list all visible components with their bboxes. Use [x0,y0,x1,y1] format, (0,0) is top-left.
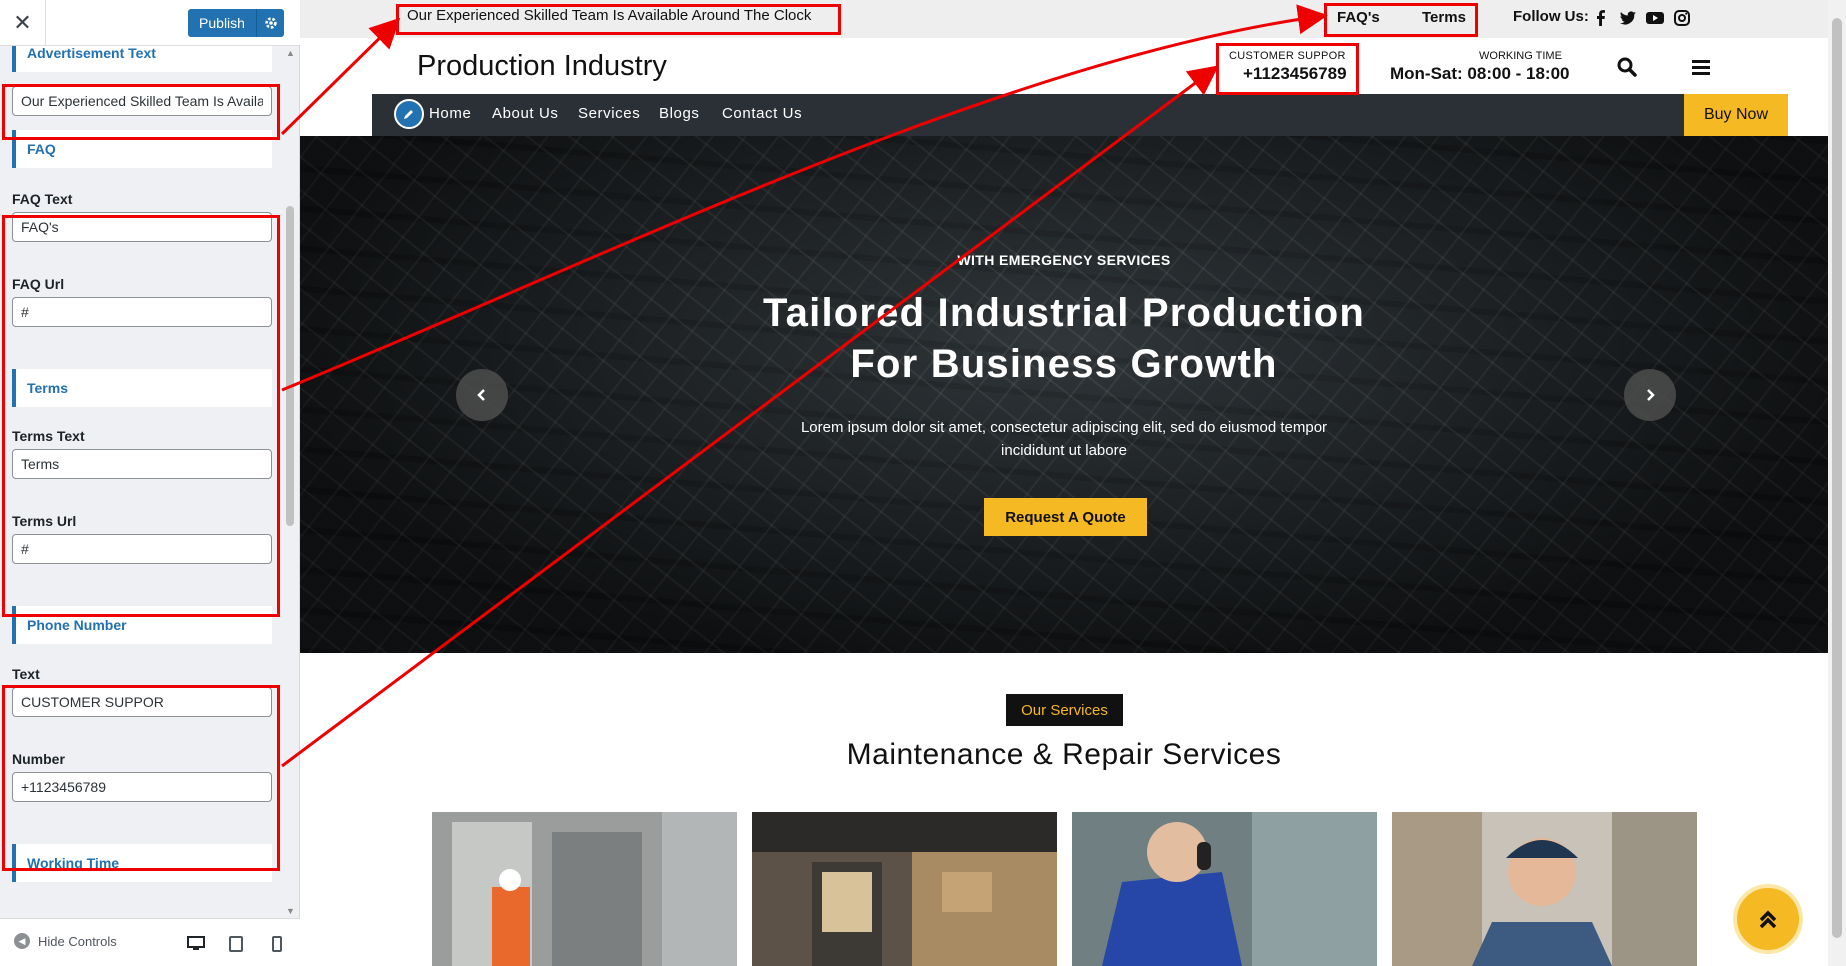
publish-label: Publish [199,15,245,31]
buy-now-button[interactable]: Buy Now [1684,94,1788,136]
nav-item-about-us[interactable]: About Us [492,105,559,122]
terms-url-label: Terms Url [12,513,77,529]
service-image-smiling-worker [1392,812,1697,966]
nav-item-services[interactable]: Services [578,105,640,122]
support-label: CUSTOMER SUPPOR [1229,50,1346,62]
customizer-header: ✕ Publish [0,0,300,46]
main-nav: Home About Us Services Blogs Contact Us … [372,94,1788,136]
hide-controls-label: Hide Controls [38,933,117,949]
search-icon[interactable] [1616,56,1638,78]
customizer-scrollbar[interactable]: ▲ ▼ [284,46,296,918]
hide-controls-button[interactable]: ◀ Hide Controls [14,933,117,949]
terms-text-label: Terms Text [12,428,85,444]
pencil-icon[interactable] [394,99,424,129]
service-image-worker-headphones [1072,812,1377,966]
section-advertisement-text[interactable]: Advertisement Text [12,46,272,72]
section-faq[interactable]: FAQ [12,130,272,168]
faq-url-input[interactable] [12,297,272,327]
phone-number-input[interactable] [12,772,272,802]
hero-text-line2: incididunt ut labore [1001,442,1127,459]
section-phone-number[interactable]: Phone Number [12,606,272,644]
phone-text-label: Text [12,666,40,682]
hero-title: Tailored Industrial Production For Busin… [300,288,1828,390]
nav-item-blogs[interactable]: Blogs [659,105,700,122]
hero-title-line1: Tailored Industrial Production [763,291,1365,335]
close-icon[interactable]: ✕ [0,0,46,46]
nav-item-contact-us[interactable]: Contact Us [722,105,802,122]
chevron-left-icon[interactable] [456,369,508,421]
collapse-icon: ◀ [14,933,30,949]
hero-slider: WITH EMERGENCY SERVICES Tailored Industr… [300,136,1828,653]
nav-item-home[interactable]: Home [429,105,471,122]
services-tag: Our Services [1006,694,1123,726]
scroll-down-icon[interactable]: ▼ [286,906,295,916]
customizer-sidebar: ✕ Publish Advertisement Text FAQ FAQ Tex… [0,0,300,966]
phone-text-input[interactable] [12,687,272,717]
customizer-footer: ◀ Hide Controls [0,918,300,966]
advertisement-text: Our Experienced Skilled Team Is Availabl… [407,7,812,24]
mobile-icon[interactable] [265,933,289,955]
faq-url-label: FAQ Url [12,276,65,292]
gear-icon[interactable] [256,9,284,37]
tablet-icon[interactable] [224,933,248,955]
faq-text-input[interactable] [12,212,272,242]
preview-scrollbar-thumb[interactable] [1832,18,1842,938]
twitter-icon[interactable] [1618,8,1638,28]
chevron-right-icon[interactable] [1624,369,1676,421]
advertisement-text-input[interactable] [12,86,272,116]
service-image-technician [432,812,737,966]
publish-button[interactable]: Publish [188,9,284,37]
site-logo[interactable]: Production Industry [417,50,667,83]
phone-number-label: Number [12,751,65,767]
request-quote-button[interactable]: Request A Quote [984,498,1147,536]
service-image-forklift [752,812,1057,966]
hamburger-menu-icon[interactable] [1690,56,1712,78]
preview-scrollbar[interactable] [1828,0,1846,966]
faq-link[interactable]: FAQ's [1337,9,1380,26]
support-number[interactable]: +1123456789 [1243,64,1347,84]
scroll-up-icon[interactable]: ▲ [286,48,295,58]
youtube-icon[interactable] [1645,8,1665,28]
hero-text: Lorem ipsum dolor sit amet, consectetur … [300,416,1828,462]
section-terms[interactable]: Terms [12,369,272,407]
working-time-value: Mon-Sat: 08:00 - 18:00 [1390,64,1570,83]
terms-url-input[interactable] [12,534,272,564]
section-working-time[interactable]: Working Time [12,844,272,882]
site-preview: Our Experienced Skilled Team Is Availabl… [300,0,1828,966]
faq-text-label: FAQ Text [12,191,73,207]
services-title: Maintenance & Repair Services [846,738,1282,771]
back-to-top-button[interactable] [1733,884,1803,954]
facebook-icon[interactable] [1591,8,1611,28]
hero-eyebrow: WITH EMERGENCY SERVICES [957,252,1171,268]
terms-text-input[interactable] [12,449,272,479]
customizer-controls[interactable]: Advertisement Text FAQ FAQ Text FAQ Url … [0,46,300,918]
hero-text-line1: Lorem ipsum dolor sit amet, consectetur … [800,419,1328,436]
hero-title-line2: For Business Growth [850,342,1278,386]
site-header: Production Industry CUSTOMER SUPPOR +112… [300,38,1828,94]
working-time-label: WORKING TIME [1479,50,1562,62]
desktop-icon[interactable] [184,933,208,955]
double-chevron-up-icon [1759,910,1777,929]
instagram-icon[interactable] [1672,8,1692,28]
top-bar: Our Experienced Skilled Team Is Availabl… [300,0,1828,38]
terms-link[interactable]: Terms [1422,9,1466,26]
follow-us-label: Follow Us: [1513,8,1589,25]
scrollbar-thumb[interactable] [286,206,294,526]
